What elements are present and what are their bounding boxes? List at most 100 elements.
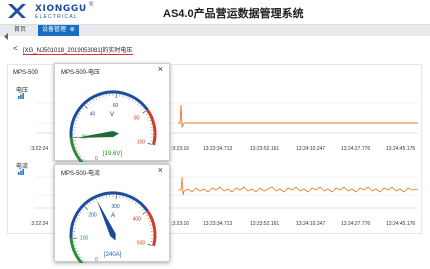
gauge-tick <box>78 113 81 116</box>
gauge-tick <box>76 116 79 119</box>
nav-tab-device-management-label: 设备管理 <box>42 27 67 33</box>
dialog-header: MPS-500-电压 × <box>55 64 169 76</box>
voltage-gauge-dialog: MPS-500-电压 × 020406080100 V [19.6V] <box>54 63 170 162</box>
gauge-tick <box>145 113 148 116</box>
voltage-axis-tick: :3:23:16 <box>171 146 190 152</box>
gauge-tick <box>102 95 104 98</box>
gauge-label: 0 <box>95 156 98 162</box>
voltage-axis-tick: 13:24:45.176 <box>386 146 416 152</box>
voltage-axis-tick: 13:24:27.776 <box>341 146 371 152</box>
gauge-tick <box>128 198 131 201</box>
gauge-tick <box>82 158 85 160</box>
gauge-tick <box>122 95 124 98</box>
app-header: XIONGGU ® ELECTRICAL AS4.0产品营运数据管理系统 <box>0 0 430 24</box>
gauge-tick <box>74 123 77 125</box>
gauge-unit: A <box>111 213 116 219</box>
gauge-tick <box>147 243 152 246</box>
gauge-tick <box>75 247 78 249</box>
voltage-series-line <box>178 104 418 129</box>
gauge-tick <box>147 217 150 220</box>
gauge-tick <box>95 97 98 100</box>
dialog-title: MPS-500-电压 <box>61 70 101 76</box>
gauge-tick <box>142 110 146 114</box>
gauge-tick <box>78 253 81 256</box>
gauge-tick <box>92 99 95 102</box>
gauge-tick <box>149 123 152 125</box>
gauge-tick <box>99 197 101 200</box>
gauge-tick <box>131 200 134 203</box>
gauge-tick <box>142 211 146 215</box>
gauge-tick <box>74 244 77 246</box>
gauge-tick <box>125 96 127 99</box>
current-chart-icon[interactable] <box>18 169 24 175</box>
gauge-tick <box>84 160 87 162</box>
gauge-label: 200 <box>88 212 97 218</box>
nav-tab-device-management[interactable]: 设备管理 ⊗ <box>38 25 79 36</box>
gauge-label: 100 <box>80 236 89 242</box>
nav-bar: 首页 设备管理 ⊗ <box>0 24 430 40</box>
gauge-tick <box>89 202 92 204</box>
gauge-tick <box>82 259 85 261</box>
gauge-tick <box>134 101 137 103</box>
gauge-label: 0 <box>95 257 98 263</box>
gauge-tick <box>87 204 89 207</box>
gauge-tick <box>80 211 82 214</box>
current-axis-tick: 13:24:27.776 <box>341 221 371 227</box>
gauge-tick <box>137 204 139 207</box>
brand-subtitle: ELECTRICAL <box>35 14 78 20</box>
gauge-label: 300 <box>111 204 120 210</box>
gauge-tick <box>122 196 124 199</box>
gauge-label: 500 <box>137 241 146 247</box>
gauge-tick <box>128 97 131 100</box>
gauge-tick <box>75 221 78 223</box>
close-icon[interactable]: × <box>158 166 163 175</box>
gauge-tick <box>147 116 150 119</box>
gauge-tick <box>87 103 89 106</box>
brand-name: XIONGGU <box>35 4 87 14</box>
page-title: [XG_NJ501018_2019053081]的实时电压 <box>23 48 133 54</box>
gauge-tick <box>125 197 127 200</box>
voltage-axis-tick: 13:23:52.161 <box>250 146 280 152</box>
gauge-tick <box>80 155 82 158</box>
current-axis-tick: 13:23:34.713 <box>203 221 233 227</box>
gauge-label: 400 <box>133 216 142 222</box>
gauge-tick <box>84 105 88 109</box>
gauge-tick <box>82 209 85 211</box>
close-icon[interactable]: × <box>158 65 163 74</box>
gauge-tick <box>148 120 151 122</box>
gauge-tick <box>141 209 144 211</box>
gauge-label: 40 <box>90 111 96 117</box>
voltage-axis-tick: :3:22:24 <box>30 146 49 152</box>
gauge-tick <box>84 206 88 210</box>
dialog-header: MPS-500-电流 × <box>55 165 169 177</box>
gauge-tick <box>131 99 134 102</box>
gauge-tick <box>139 105 142 108</box>
gauge-tick <box>76 250 79 253</box>
xionggu-logo-icon <box>8 4 26 18</box>
gauge-tick <box>92 200 95 203</box>
current-gauge-dialog: MPS-500-电流 × 0 100 200 300 400 500 A [240A] <box>54 164 170 263</box>
gauge-tick <box>76 217 79 220</box>
dialog-title: MPS-500-电流 <box>61 171 101 177</box>
gauge-tick <box>82 108 85 110</box>
current-axis-tick: 13:23:52.161 <box>250 221 280 227</box>
gauge-tick <box>89 101 92 103</box>
gauge-band-green <box>69 238 84 263</box>
title-underline <box>23 54 133 55</box>
gauge-tick <box>75 146 78 148</box>
nav-tab-home[interactable]: 首页 <box>10 25 30 36</box>
app-title: AS4.0产品营运数据管理系统 <box>163 8 304 20</box>
current-series-line <box>178 176 419 196</box>
voltage-readout: [19.6V] <box>103 151 123 157</box>
voltage-axis-tick: 13:23:34.713 <box>203 146 233 152</box>
gauge-tick <box>75 120 78 122</box>
back-button[interactable]: < <box>13 44 18 53</box>
voltage-gauge: 020406080100 <box>69 90 157 162</box>
gauge-tick <box>99 96 101 99</box>
gauge-tick <box>141 108 144 110</box>
menu-arrow-icon[interactable] <box>3 27 9 45</box>
gauge-tick <box>80 256 82 259</box>
close-tab-icon[interactable]: ⊗ <box>70 27 75 33</box>
gauge-tick <box>102 196 104 199</box>
gauge-tick <box>78 152 81 155</box>
